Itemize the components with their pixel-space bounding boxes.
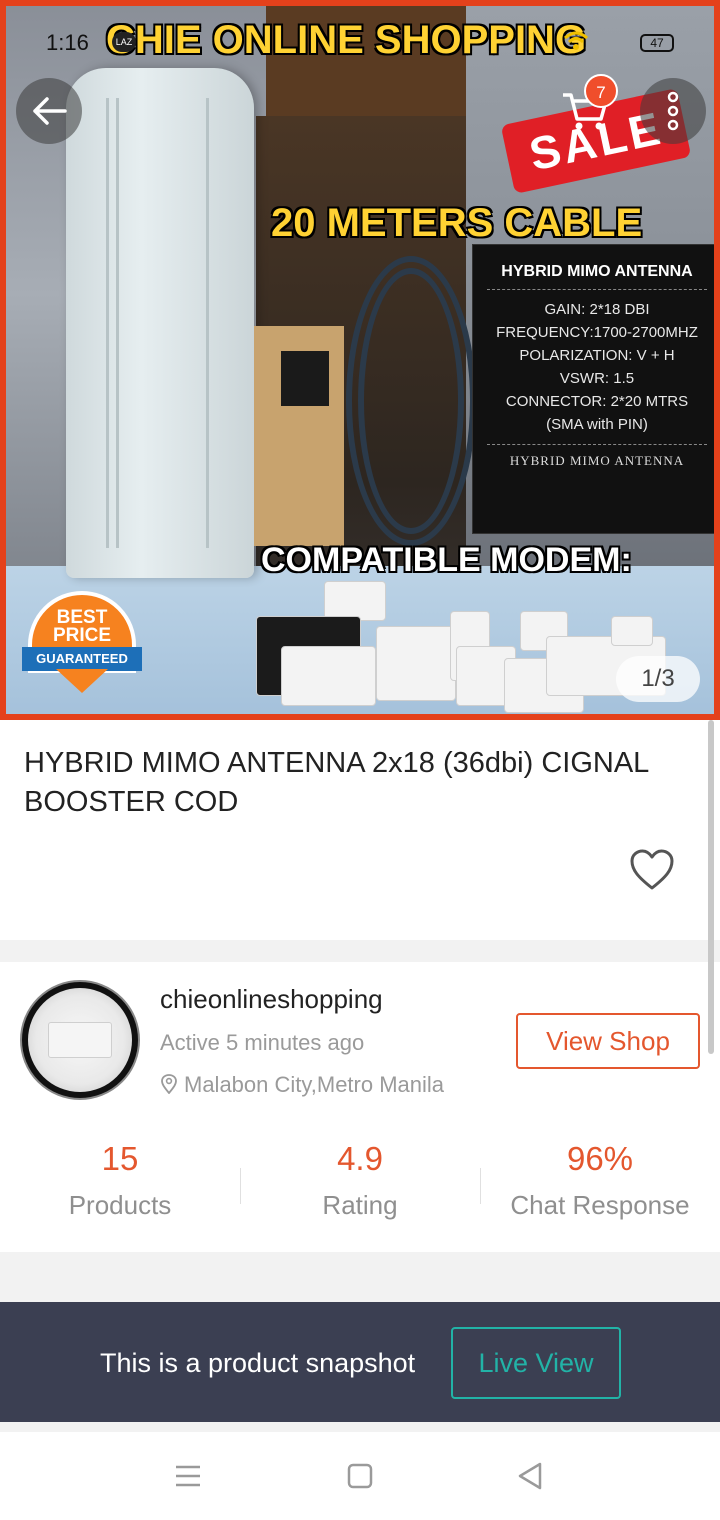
antenna-illustration <box>66 68 254 578</box>
square-icon <box>347 1463 373 1489</box>
modem-image <box>281 646 376 706</box>
product-box-label <box>281 351 329 406</box>
arrow-left-icon <box>33 97 67 125</box>
spec-line: VSWR: 1.5 <box>559 370 635 387</box>
spec-footer: HYBRID MIMO ANTENNA <box>509 453 685 468</box>
best-price-badge: BEST PRICE GUARANTEED <box>22 591 142 699</box>
antenna-groove <box>116 98 119 548</box>
view-shop-button[interactable]: View Shop <box>516 1013 700 1069</box>
spec-panel: HYBRID MIMO ANTENNA GAIN: 2*18 DBI FREQU… <box>472 244 714 534</box>
spec-divider <box>487 444 707 445</box>
cable-coil <box>346 256 476 546</box>
badge-ribbon: GUARANTEED <box>22 647 142 671</box>
product-page: HYBRID MIMO ANTENNA GAIN: 2*18 DBI FREQU… <box>0 0 720 1520</box>
more-button[interactable] <box>640 78 706 144</box>
app-notification-icon: LAZ <box>112 32 136 52</box>
product-title-card: HYBRID MIMO ANTENNA 2x18 (36dbi) CIGNAL … <box>0 720 720 940</box>
scrollbar[interactable] <box>708 720 714 1054</box>
modem-image <box>376 626 456 701</box>
spec-line: CONNECTOR: 2*20 MTRS <box>505 393 689 410</box>
live-view-button[interactable]: Live View <box>451 1327 621 1399</box>
status-time: 1:16 <box>46 30 89 55</box>
stat-rating: 4.9 Rating <box>240 1140 480 1221</box>
more-vertical-icon <box>667 91 679 131</box>
avatar-router <box>48 1022 112 1058</box>
badge-text: BEST PRICE <box>28 608 136 646</box>
home-button[interactable] <box>344 1460 376 1492</box>
shop-name[interactable]: chieonlineshopping <box>160 984 383 1015</box>
stat-label: Products <box>68 1190 172 1220</box>
wishlist-button[interactable] <box>628 848 676 892</box>
badge-point <box>56 669 108 693</box>
shop-active-status: Active 5 minutes ago <box>160 1030 365 1055</box>
location-pin-icon <box>161 1074 177 1094</box>
banner-compatible: COMPATIBLE MODEM: <box>261 541 632 579</box>
modem-image <box>324 581 386 621</box>
cart-count-badge: 7 <box>584 74 618 108</box>
antenna-groove <box>106 98 109 548</box>
product-title: HYBRID MIMO ANTENNA 2x18 (36dbi) CIGNAL … <box>24 747 649 818</box>
image-pager: 1/3 <box>616 656 700 702</box>
badge-price: PRICE <box>52 625 112 646</box>
spec-line: GAIN: 2*18 DBI <box>544 301 650 318</box>
spec-title: HYBRID MIMO ANTENNA <box>501 263 693 280</box>
modem-image <box>611 616 653 646</box>
recents-button[interactable] <box>172 1460 204 1492</box>
stat-value: 15 <box>101 1140 139 1177</box>
triangle-back-icon <box>518 1462 542 1490</box>
spec-line: (SMA with PIN) <box>546 416 648 433</box>
battery-icon: 47 <box>640 34 674 52</box>
banner-shop-name: CHIE ONLINE SHOPPING <box>106 18 587 62</box>
shop-location: Malabon City,Metro Manila <box>160 1072 444 1098</box>
stat-label: Chat Response <box>510 1190 690 1220</box>
system-back-button[interactable] <box>514 1460 546 1492</box>
spec-divider <box>487 289 707 290</box>
wifi-icon <box>563 30 589 58</box>
heart-icon <box>630 849 674 890</box>
stat-products[interactable]: 15 Products <box>0 1140 240 1221</box>
stat-chat-response: 96% Chat Response <box>480 1140 720 1221</box>
back-button[interactable] <box>16 78 82 144</box>
spec-line: POLARIZATION: V + H <box>519 347 675 364</box>
shop-location-text: Malabon City,Metro Manila <box>184 1072 445 1097</box>
banner-cable: 20 METERS CABLE <box>271 201 643 245</box>
snapshot-text: This is a product snapshot <box>100 1348 416 1378</box>
spec-line: FREQUENCY:1700-2700MHZ <box>496 324 698 341</box>
stat-value: 4.9 <box>337 1140 383 1177</box>
stat-value: 96% <box>566 1140 634 1177</box>
shop-avatar[interactable] <box>20 980 140 1100</box>
antenna-groove <box>206 98 209 548</box>
stat-label: Rating <box>322 1190 398 1220</box>
menu-icon <box>176 1465 200 1487</box>
